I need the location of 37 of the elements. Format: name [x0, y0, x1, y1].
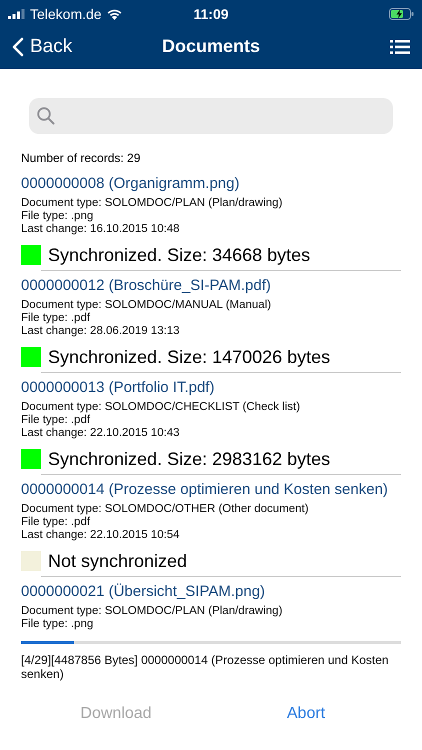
clock-time: 11:09	[193, 6, 229, 22]
menu-icon[interactable]	[390, 40, 410, 54]
wifi-icon	[106, 8, 122, 20]
sync-status: Not synchronized	[48, 550, 188, 572]
document-link[interactable]: 0000000021 (Übersicht_SIPAM.png)	[21, 583, 266, 600]
document-link[interactable]: 0000000013 (Portfolio IT.pdf)	[21, 379, 214, 396]
screen-title: Documents	[162, 36, 260, 56]
carrier-name: Telekom.de	[30, 6, 102, 22]
record-count: Number of records: 29	[21, 151, 142, 165]
document-type: Document type: SOLOMDOC/PLAN (Plan/drawing)	[21, 605, 284, 618]
sync-status: Synchronized. Size: 2983162 bytes	[48, 448, 330, 470]
search-icon	[37, 107, 55, 125]
last-change: Last change: 22.10.2015 10:54	[21, 529, 181, 542]
back-icon	[12, 36, 24, 56]
document-type: Document type: SOLOMDOC/PLAN (Plan/drawing)	[21, 197, 284, 210]
document-link[interactable]: 0000000012 (Broschüre_SI-PAM.pdf)	[21, 277, 271, 294]
file-type: File type: .pdf	[21, 312, 92, 325]
sync-status: Synchronized. Size: 34668 bytes	[48, 244, 310, 266]
signal-icon	[8, 9, 25, 19]
document-type: Document type: SOLOMDOC/CHECKLIST (Check list)	[21, 401, 302, 414]
progress-message: [4/29][4487856 Bytes] 0000000014 (Prozesse optimieren und Kosten senken)	[21, 653, 390, 681]
last-change: Last change: 22.10.2015 10:43	[21, 427, 181, 440]
document-link[interactable]: 0000000008 (Organigramm.png)	[21, 175, 240, 192]
file-type: File type: .png	[21, 618, 94, 631]
battery-icon	[389, 8, 414, 20]
back-button[interactable]: Back	[12, 36, 72, 58]
search-field[interactable]	[29, 98, 393, 134]
sync-status: Synchronized. Size: 1470026 bytes	[48, 346, 330, 368]
last-change: Last change: 28.06.2019 13:13	[21, 325, 181, 338]
document-type: Document type: SOLOMDOC/OTHER (Other document)	[21, 503, 310, 516]
action-button[interactable]: Abort	[211, 701, 401, 727]
document-type: Document type: SOLOMDOC/MANUAL (Manual)	[21, 299, 272, 312]
file-type: File type: .png	[21, 210, 94, 223]
document-link[interactable]: 0000000014 (Prozesse optimieren und Kosten senken)	[21, 481, 388, 498]
file-type: File type: .pdf	[21, 516, 92, 529]
last-change: Last change: 16.10.2015 10:48	[21, 223, 181, 236]
file-type: File type: .pdf	[21, 414, 92, 427]
